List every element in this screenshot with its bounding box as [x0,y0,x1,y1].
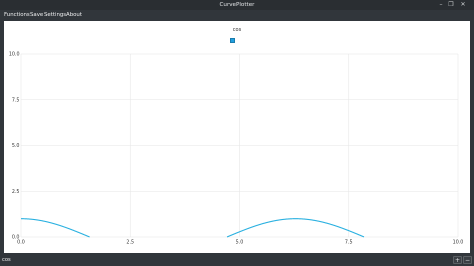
x-tick-label: 2.5 [126,240,134,246]
series-line-cos [226,218,365,238]
y-tick-label: 0.0 [12,235,20,241]
zoom-out-icon[interactable]: − [463,256,472,264]
x-tick-label: 10.0 [453,240,464,246]
series-line-cos [21,218,90,238]
status-bar: cos + − [0,254,474,266]
x-tick-label: 5.0 [236,240,244,246]
status-text: cos [2,257,11,263]
zoom-in-icon[interactable]: + [453,256,462,264]
y-tick-label: 7.5 [12,97,20,103]
y-tick-label: 5.0 [12,143,20,149]
y-tick-label: 10.0 [9,52,20,58]
plot-area: 0.0 2.5 5.0 7.5 10.00.02.55.07.510.0 [9,52,464,246]
y-tick-label: 2.5 [12,189,20,195]
x-tick-label: 7.5 [345,240,353,246]
